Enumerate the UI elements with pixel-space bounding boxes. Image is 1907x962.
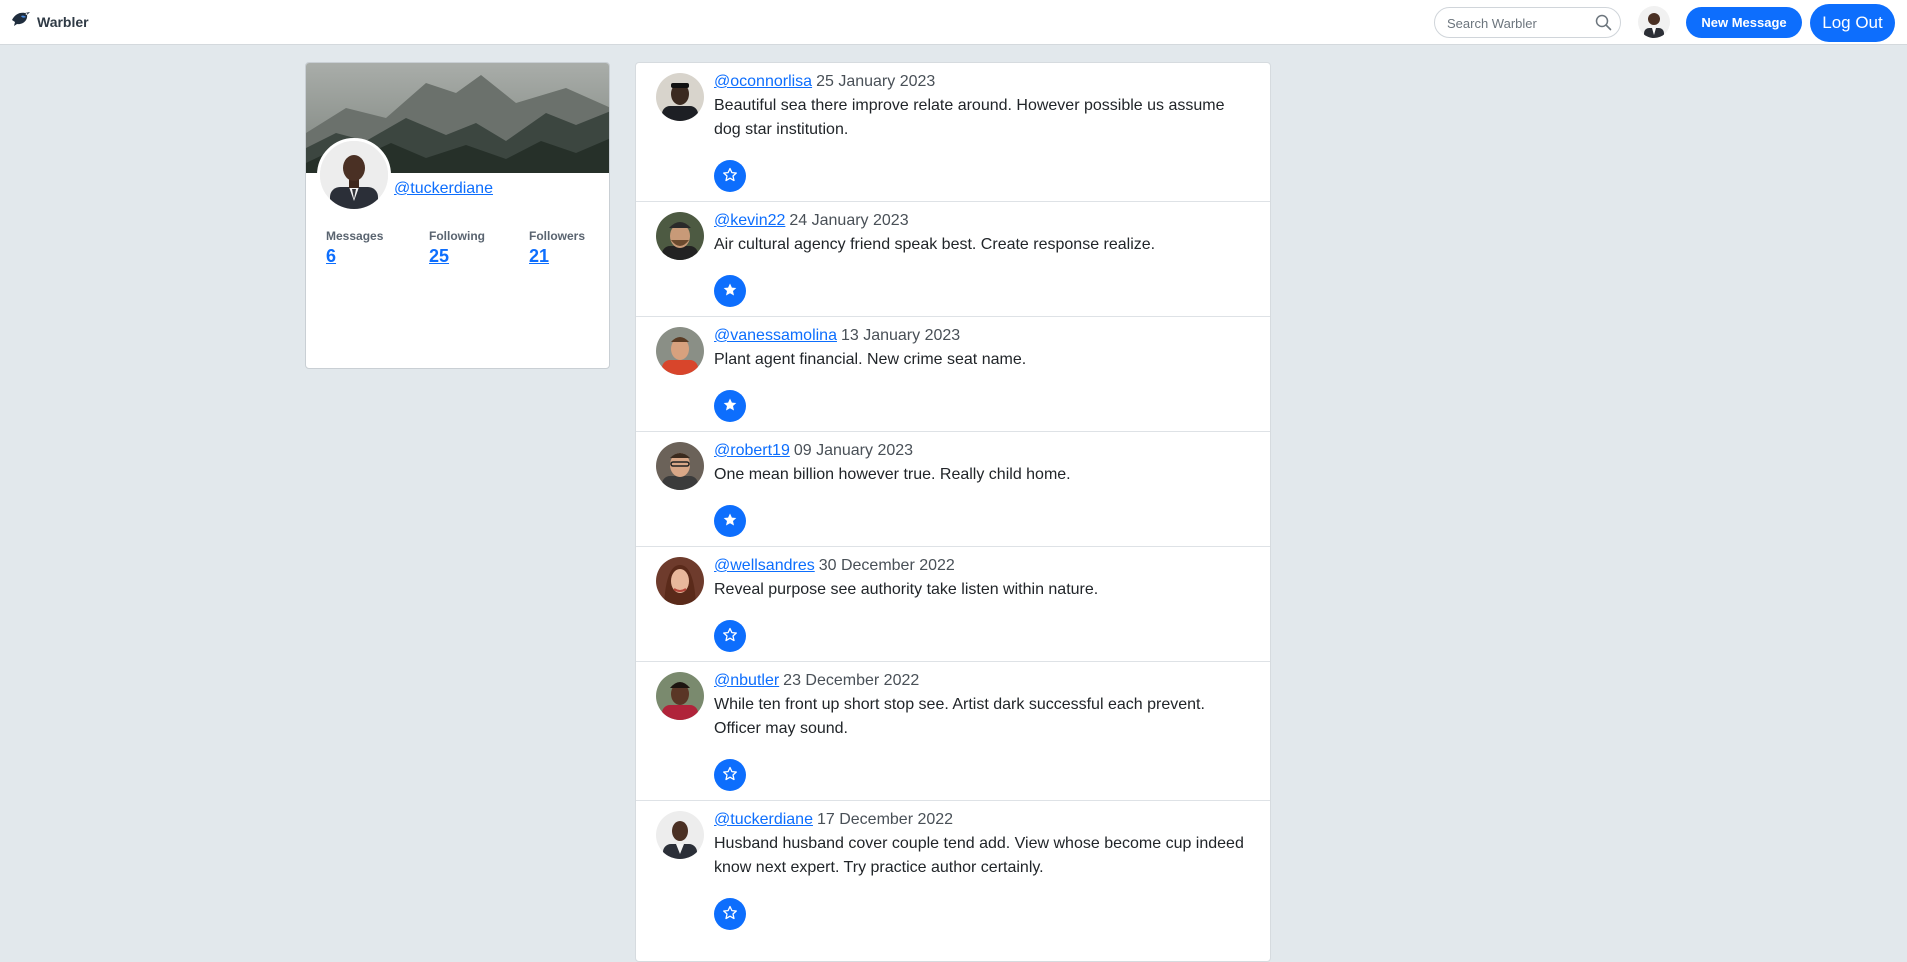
message-avatar[interactable] [656, 811, 704, 859]
stat-following-count[interactable]: 25 [429, 246, 485, 267]
star-outline-icon [722, 905, 738, 924]
message-username-link[interactable]: @robert19 [714, 442, 790, 459]
stat-messages: Messages 6 [326, 229, 383, 267]
user-avatar[interactable] [1638, 6, 1670, 38]
brand-link[interactable]: Warbler [11, 11, 89, 32]
message-date: 23 December 2022 [783, 672, 920, 689]
message-text: Plant agent financial. New crime seat na… [714, 351, 1027, 368]
stat-messages-count[interactable]: 6 [326, 246, 383, 267]
message-username-link[interactable]: @kevin22 [714, 212, 785, 229]
message-date: 25 January 2023 [816, 73, 936, 90]
message-feed: @oconnorlisa 25 January 2023 Beautiful se… [635, 62, 1271, 962]
star-filled-icon [722, 282, 738, 301]
stat-followers: Followers 21 [529, 229, 585, 267]
message-header: @tuckerdiane 17 December 2022 [714, 810, 953, 830]
message-date: 17 December 2022 [816, 811, 954, 828]
navbar: Warbler New Message Log Out [0, 0, 1907, 45]
message-text: Husband husband cover couple tend add. V… [714, 835, 1244, 876]
star-outline-icon [722, 766, 738, 785]
message-username-link[interactable]: @tuckerdiane [714, 811, 813, 828]
search-box [1434, 7, 1621, 38]
message-avatar[interactable] [656, 442, 704, 490]
message-username-link[interactable]: @oconnorlisa [714, 73, 812, 90]
stat-label: Following [429, 229, 485, 243]
message-text: One mean billion however true. Really ch… [714, 466, 1071, 483]
message-text: Reveal purpose see authority take listen… [714, 581, 1099, 598]
message-text: Beautiful sea there improve relate aroun… [714, 97, 1225, 138]
message-item: @nbutler 23 December 2022 While ten front… [636, 662, 1270, 801]
search-icon[interactable] [1595, 14, 1612, 36]
search-input[interactable] [1447, 14, 1587, 32]
stat-following: Following 25 [429, 229, 485, 267]
message-text: Air cultural agency friend speak best. C… [714, 236, 1156, 253]
message-item: @wellsandres 30 December 2022 Reveal purp… [636, 547, 1270, 662]
message-username-link[interactable]: @wellsandres [714, 557, 815, 574]
message-avatar[interactable] [656, 557, 704, 605]
star-outline-icon [722, 167, 738, 186]
message-avatar[interactable] [656, 73, 704, 121]
message-header: @oconnorlisa 25 January 2023 [714, 72, 935, 92]
like-button[interactable] [714, 898, 746, 930]
message-header: @robert19 09 January 2023 [714, 441, 913, 461]
message-item: @oconnorlisa 25 January 2023 Beautiful se… [636, 63, 1270, 202]
message-avatar[interactable] [656, 212, 704, 260]
profile-handle-link[interactable]: @tuckerdiane [394, 180, 493, 198]
stat-label: Followers [529, 229, 586, 243]
logout-button[interactable]: Log Out [1810, 4, 1895, 42]
message-avatar[interactable] [656, 327, 704, 375]
star-outline-icon [722, 627, 738, 646]
message-header: @wellsandres 30 December 2022 [714, 556, 955, 576]
brand-name: Warbler [37, 13, 89, 30]
profile-card: @tuckerdiane Messages 6 Following 25 Fol… [305, 62, 610, 369]
message-item: @robert19 09 January 2023 One mean billio… [636, 432, 1270, 547]
star-filled-icon [722, 512, 738, 531]
like-button[interactable] [714, 390, 746, 422]
message-username-link[interactable]: @nbutler [714, 672, 779, 689]
message-header: @nbutler 23 December 2022 [714, 671, 919, 691]
message-header: @vanessamolina 13 January 2023 [714, 326, 960, 346]
warbler-logo-icon [11, 11, 31, 32]
like-button[interactable] [714, 505, 746, 537]
profile-avatar [317, 138, 391, 212]
message-item: @kevin22 24 January 2023 Air cultural age… [636, 202, 1270, 317]
message-username-link[interactable]: @vanessamolina [714, 327, 837, 344]
message-date: 13 January 2023 [840, 327, 961, 344]
message-item: @vanessamolina 13 January 2023 Plant agen… [636, 317, 1270, 432]
message-date: 30 December 2022 [818, 557, 955, 574]
stat-label: Messages [326, 229, 384, 243]
message-date: 09 January 2023 [793, 442, 914, 459]
message-header: @kevin22 24 January 2023 [714, 211, 909, 231]
message-item: @tuckerdiane 17 December 2022 Husband hus… [636, 801, 1270, 940]
message-date: 24 January 2023 [789, 212, 909, 229]
stat-followers-count[interactable]: 21 [529, 246, 585, 267]
like-button[interactable] [714, 275, 746, 307]
new-message-button[interactable]: New Message [1686, 7, 1802, 38]
like-button[interactable] [714, 759, 746, 791]
message-avatar[interactable] [656, 672, 704, 720]
message-text: While ten front up short stop see. Artis… [714, 696, 1205, 737]
like-button[interactable] [714, 620, 746, 652]
star-filled-icon [722, 397, 738, 416]
like-button[interactable] [714, 160, 746, 192]
